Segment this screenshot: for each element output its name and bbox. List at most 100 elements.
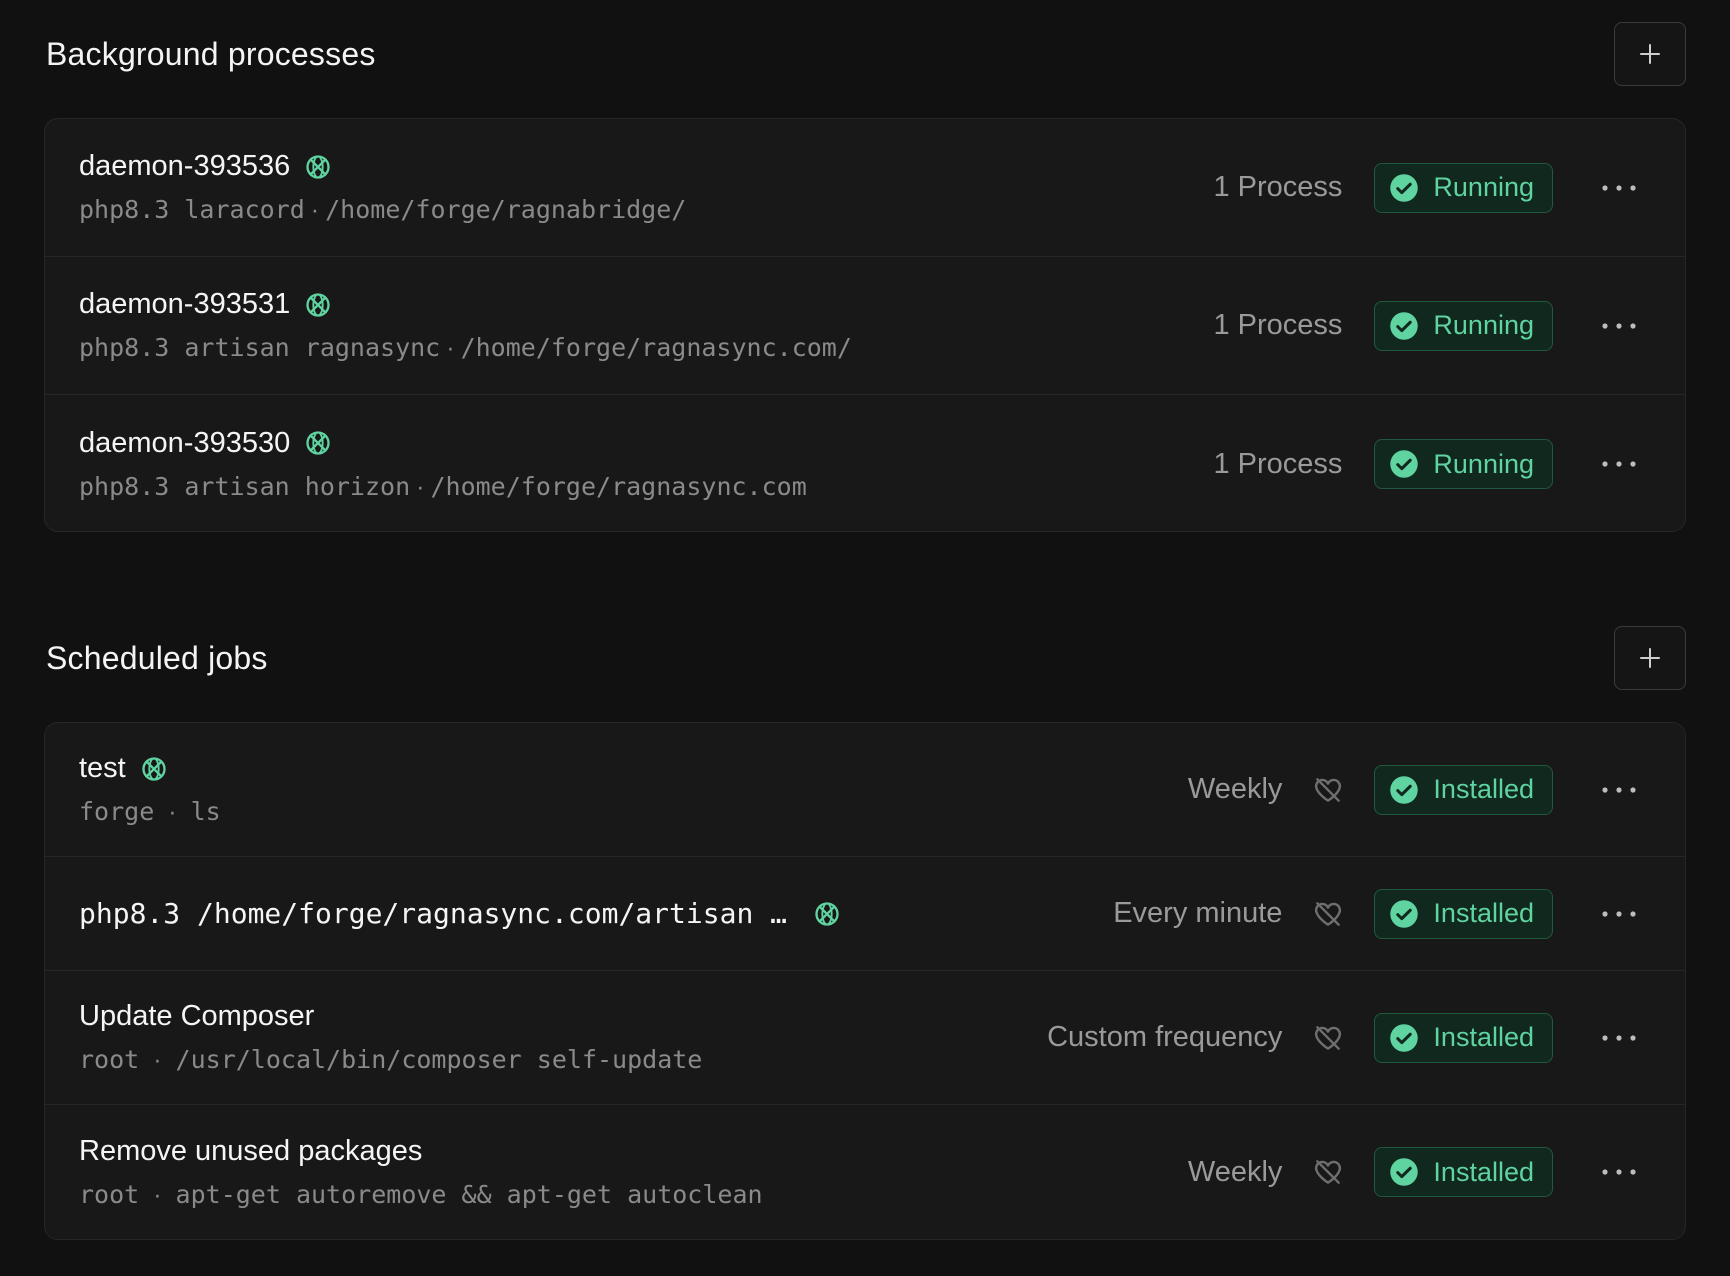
process-name: daemon-393530 [79, 426, 291, 459]
job-row[interactable]: php8.3 /home/forge/ragnasync.com/artisan… [45, 857, 1685, 971]
job-info: test forge · ls [79, 752, 1188, 827]
job-frequency: Custom frequency [1047, 1021, 1283, 1053]
more-button[interactable] [1597, 1016, 1641, 1060]
more-icon [1602, 184, 1636, 191]
add-scheduled-job-button[interactable] [1614, 626, 1686, 690]
heart-off-icon [1315, 1160, 1342, 1184]
process-title: daemon-393536 [79, 150, 1213, 183]
job-info: Update Composer root · /usr/local/bin/comp… [79, 1000, 1047, 1075]
job-command: ls [190, 797, 221, 826]
globe-off-icon [306, 292, 330, 317]
check-circle-icon [1390, 1158, 1419, 1186]
status-label: Running [1433, 172, 1534, 202]
plus-icon [1640, 44, 1660, 64]
job-name: Remove unused packages [79, 1134, 423, 1167]
job-title: test [79, 752, 1188, 785]
globe-off-icon [306, 431, 330, 455]
status-badge: Running [1374, 162, 1553, 213]
process-row[interactable]: daemon-393531 php8.3 artisan ragnasync · /… [45, 257, 1685, 395]
more-button[interactable] [1597, 442, 1641, 486]
scheduled-jobs-header: Scheduled jobs [46, 626, 1686, 690]
process-row[interactable]: daemon-393530 php8.3 artisan horizon ·/ho… [45, 395, 1685, 531]
process-name: daemon-393536 [79, 150, 291, 182]
separator: · [168, 798, 177, 826]
job-command: apt-get autoremove && apt-get autoclean [175, 1179, 763, 1209]
more-button[interactable] [1597, 1150, 1641, 1194]
job-title: Remove unused packages [79, 1135, 1188, 1168]
job-title: Update Composer [79, 1000, 1047, 1033]
more-button[interactable] [1597, 304, 1641, 348]
process-info: daemon-393530 php8.3 artisan horizon ·/ho… [79, 427, 1213, 502]
process-info: daemon-393531 php8.3 artisan ragnasync · /… [79, 288, 1213, 363]
background-processes-list: daemon-393536 php8.3 laracord ·/home/forg… [44, 118, 1686, 532]
job-user: forge [79, 797, 155, 826]
job-row[interactable]: Remove unused packages root · apt-get auto… [45, 1105, 1685, 1239]
job-meta: Custom frequency Installed [1047, 1012, 1641, 1063]
more-icon [1602, 1169, 1636, 1175]
job-title: php8.3 /home/forge/ragnasync.com/artisan… [79, 897, 1113, 930]
more-button[interactable] [1597, 892, 1641, 936]
process-title: daemon-393531 [79, 288, 1213, 321]
status-badge: Installed [1374, 1012, 1553, 1063]
status-label: Installed [1433, 898, 1534, 928]
status-badge: Installed [1374, 888, 1553, 939]
status-label: Installed [1433, 1022, 1534, 1052]
process-info: daemon-393536 php8.3 laracord ·/home/forg… [79, 150, 1213, 225]
job-command-line: root · /usr/local/bin/composer self-update [79, 1045, 1047, 1075]
globe-off-icon [815, 901, 839, 926]
job-command-line: forge · ls [79, 797, 1188, 827]
job-name: Update Composer [79, 1000, 315, 1032]
heart-off-icon [1315, 901, 1342, 926]
status-badge: Installed [1374, 1147, 1553, 1197]
globe-off-icon [142, 756, 166, 781]
process-path: /home/forge/ragnasync.com/ [460, 333, 852, 362]
check-circle-icon [1390, 899, 1419, 928]
job-command: /usr/local/bin/composer self-update [175, 1045, 703, 1074]
more-icon [1602, 461, 1636, 467]
more-icon [1602, 322, 1636, 329]
process-meta: 1 Process Running [1213, 162, 1641, 213]
process-command-line: php8.3 laracord ·/home/forge/ragnabridge/ [79, 195, 1213, 225]
check-circle-icon [1390, 775, 1419, 804]
check-circle-icon [1390, 311, 1419, 340]
status-badge: Running [1374, 439, 1553, 489]
process-meta: 1 Process Running [1213, 300, 1641, 351]
scheduled-jobs-list: test forge · ls Weekly Installed php8.3 … [44, 722, 1686, 1240]
more-icon [1602, 786, 1636, 793]
process-command-line: php8.3 artisan ragnasync ·/home/forge/rag… [79, 333, 1213, 363]
process-count: 1 Process [1213, 171, 1343, 203]
more-icon [1602, 1034, 1636, 1041]
check-circle-icon [1390, 173, 1419, 202]
more-button[interactable] [1597, 166, 1641, 210]
status-label: Installed [1433, 1156, 1534, 1187]
heart-off-icon [1315, 777, 1342, 802]
process-title: daemon-393530 [79, 427, 1213, 460]
job-row[interactable]: test forge · ls Weekly Installed [45, 723, 1685, 857]
add-background-process-button[interactable] [1614, 22, 1686, 86]
status-label: Running [1433, 310, 1534, 340]
separator: · [446, 334, 455, 362]
background-processes-header: Background processes [46, 22, 1686, 86]
process-row[interactable]: daemon-393536 php8.3 laracord ·/home/forg… [45, 119, 1685, 257]
process-name: daemon-393531 [79, 288, 291, 320]
scheduled-jobs-title: Scheduled jobs [46, 639, 268, 676]
job-info: php8.3 /home/forge/ragnasync.com/artisan… [79, 897, 1113, 930]
process-command-line: php8.3 artisan horizon ·/home/forge/ragna… [79, 472, 1213, 502]
process-count: 1 Process [1213, 447, 1343, 480]
status-badge: Running [1374, 300, 1553, 351]
process-command: php8.3 artisan ragnasync [79, 333, 441, 362]
check-circle-icon [1390, 1023, 1419, 1052]
job-meta: Weekly Installed [1188, 764, 1641, 815]
plus-icon [1640, 648, 1660, 668]
job-name: test [79, 752, 126, 784]
background-processes-title: Background processes [46, 35, 376, 72]
status-label: Installed [1433, 774, 1534, 804]
job-info: Remove unused packages root · apt-get auto… [79, 1135, 1188, 1210]
job-row[interactable]: Update Composer root · /usr/local/bin/comp… [45, 971, 1685, 1105]
more-icon [1602, 910, 1636, 917]
status-badge: Installed [1374, 764, 1553, 815]
job-meta: Every minute Installed [1113, 888, 1641, 939]
check-circle-icon [1390, 450, 1419, 478]
more-button[interactable] [1597, 768, 1641, 812]
process-command: php8.3 artisan horizon [79, 471, 411, 501]
